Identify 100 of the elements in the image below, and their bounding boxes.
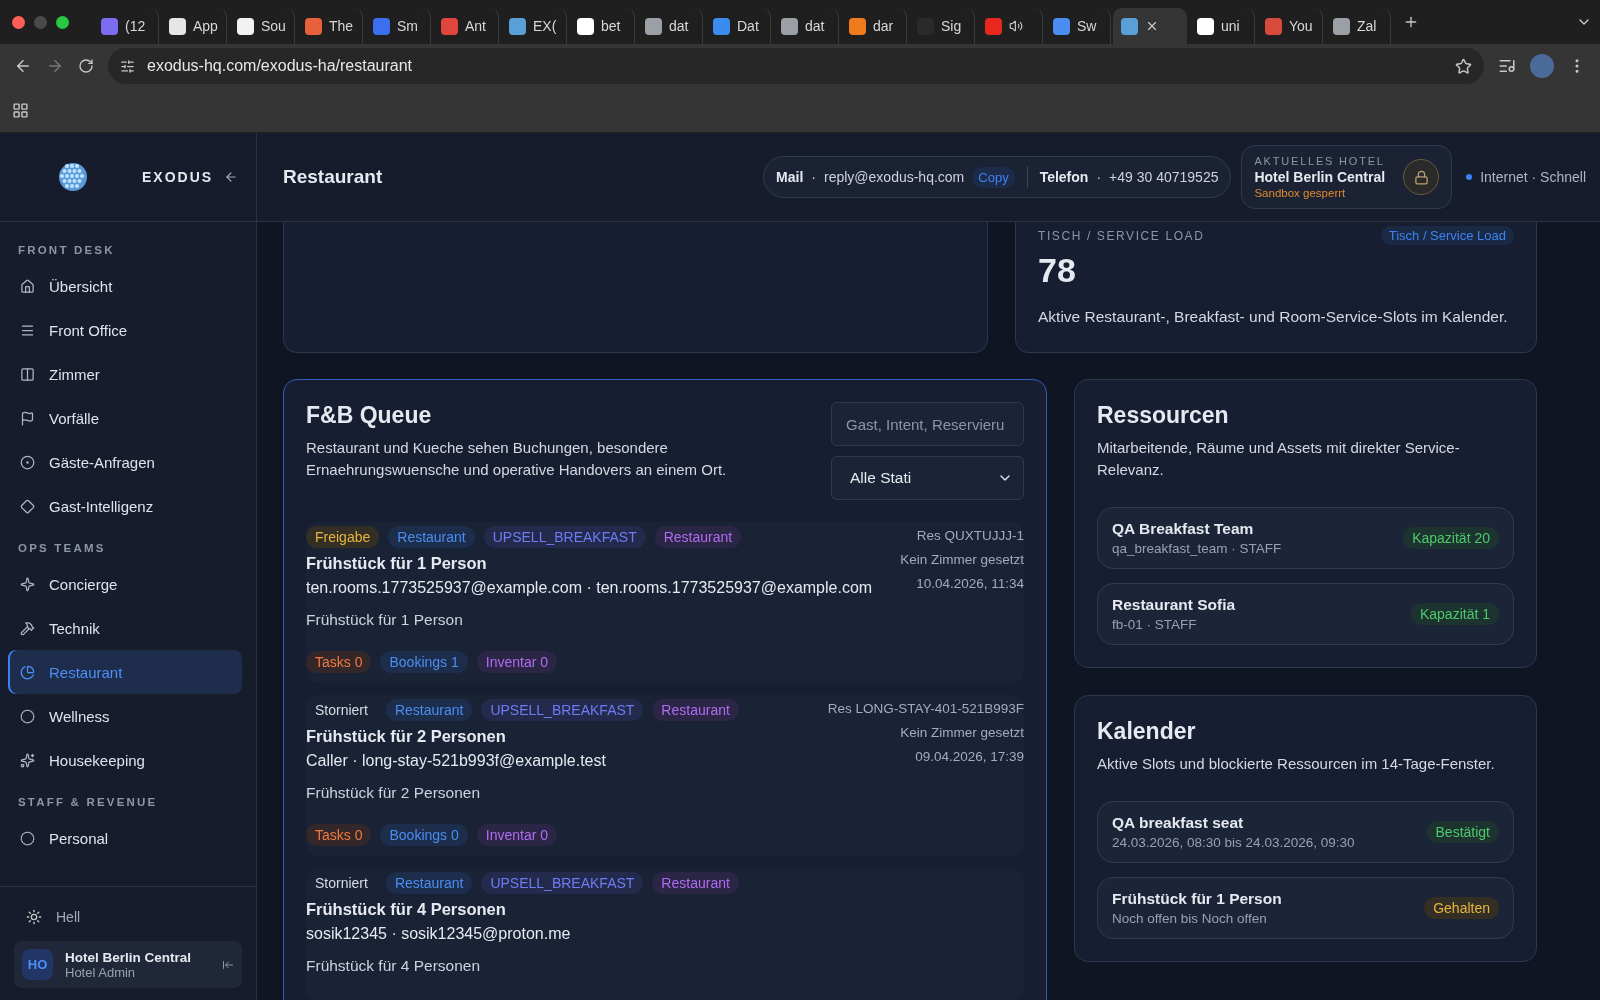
nav-item[interactable]: Housekeeping: [8, 738, 242, 782]
reservation-id: Res QUXTUJJJ-1: [916, 528, 1024, 543]
card-description: Aktive Slots und blockierte Ressourcen im 14-Tage-Fenster.: [1097, 754, 1496, 774]
target-icon: [20, 454, 35, 470]
home-icon: [20, 278, 35, 294]
account-card[interactable]: HO Hotel Berlin Central Hotel Admin: [14, 941, 242, 988]
new-tab-icon[interactable]: [1403, 14, 1419, 30]
nav-item[interactable]: Vorfälle: [8, 396, 242, 440]
browser-tab[interactable]: [1113, 8, 1187, 44]
nav-item[interactable]: Concierge: [8, 562, 242, 606]
diamond-icon: [20, 498, 35, 514]
circle-icon: [20, 708, 35, 724]
hotel-status: Sandbox gesperrt: [1254, 187, 1347, 199]
phone-number: +49 30 40719525: [1109, 169, 1219, 185]
item-note: Frühstück für 2 Personen: [306, 784, 482, 802]
queue-item[interactable]: [306, 522, 1024, 683]
card-title: F&B Queue: [306, 402, 433, 429]
resource-item[interactable]: Restaurant Sofia fb-01 · STAFF Kapazität 1: [1097, 583, 1514, 645]
nav-item[interactable]: Restaurant: [8, 650, 242, 694]
status-badge: Kapazität 20: [1403, 527, 1499, 549]
card-title: Kalender: [1097, 718, 1197, 745]
search-field[interactable]: Gast, Intent, Reservieru: [831, 402, 1024, 446]
item-meta: Noch offen bis Noch offen: [1112, 911, 1268, 926]
item-title: Frühstück für 2 Personen: [306, 727, 507, 746]
list-icon: [20, 322, 35, 338]
tag: Restaurant: [654, 526, 742, 548]
card-badge: Tisch / Service Load: [1380, 226, 1514, 245]
status-select[interactable]: Alle Stati: [831, 456, 1024, 500]
queue-item[interactable]: Storniert Restaurant UPSELL_BREAKFAST Restaurant Frühstück für 4 Personen sosik12345 · sosik12345@proton.me Frühstück für 4 Personen: [306, 868, 1024, 1000]
item-contact: ten.rooms.1773525937@example.com · ten.rooms.1773525937@example.com: [306, 579, 874, 597]
maximize-window-button[interactable]: [56, 15, 69, 29]
hammer-icon: [20, 620, 35, 636]
card-description: Restaurant und Kueche sehen Buchungen, besondere Ernaehrungswuensche und operative Handovers an einem Ort.: [306, 438, 728, 480]
item-name: QA Breakfast Team: [1112, 520, 1255, 538]
tag: UPSELL_BREAKFAST: [481, 872, 644, 894]
brand-name: EXODUS: [142, 169, 215, 185]
nav-item[interactable]: Personal: [8, 816, 242, 860]
item-name: Frühstück für 1 Person: [1112, 890, 1282, 908]
nav-item[interactable]: Gäste-Anfragen: [8, 440, 242, 484]
nav-item[interactable]: Übersicht: [8, 264, 242, 308]
lock-icon: [1413, 169, 1429, 185]
item-contact: sosik12345 · sosik12345@proton.me: [306, 925, 572, 943]
item-title: Frühstück für 1 Person: [306, 554, 488, 573]
resource-item[interactable]: QA Breakfast Team qa_breakfast_team · STAFF Kapazität 20: [1097, 507, 1514, 569]
address-bar[interactable]: exodus-hq.com/exodus-ha/restaurant: [108, 48, 1484, 84]
status-tag: Storniert: [306, 872, 377, 894]
apps-grid-icon[interactable]: [12, 101, 29, 119]
status-badge: Gehalten: [1424, 897, 1499, 919]
item-title: Frühstück für 4 Personen: [306, 900, 507, 919]
forward-icon[interactable]: [46, 57, 64, 75]
card-description: Aktive Restaurant-, Breakfast- und Room-Service-Slots im Kalender.: [1038, 307, 1509, 327]
item-time: 10.04.2026, 11:34: [916, 576, 1024, 591]
status-tag: Storniert: [306, 699, 377, 721]
status-badge: Bestätigt: [1426, 821, 1499, 843]
section-heading: STAFF & REVENUE: [17, 795, 159, 810]
queue-item[interactable]: [306, 695, 1024, 856]
counter-tag: Inventar 0: [476, 824, 557, 846]
tag: Restaurant: [388, 526, 475, 548]
close-icon[interactable]: [1145, 19, 1159, 33]
tag: Restaurant: [652, 699, 739, 721]
item-contact: Caller · long-stay-521b993f@example.test: [306, 752, 607, 770]
hotel-label: AKTUELLES HOTEL: [1254, 155, 1386, 167]
media-icon[interactable]: [1498, 57, 1516, 75]
tag: Restaurant: [385, 872, 473, 894]
sparkle-icon: [20, 576, 35, 592]
back-icon[interactable]: [14, 57, 32, 75]
calendar-slot[interactable]: QA breakfast seat 24.03.2026, 08:30 bis 24.03.2026, 09:30 Bestätigt: [1097, 801, 1514, 863]
section-heading: OPS TEAMS: [17, 541, 107, 556]
item-time: 09.04.2026, 17:39: [915, 749, 1024, 764]
account-role: Hotel Admin: [65, 964, 137, 980]
reservation-id: Res LONG-STAY-401-521B993F: [827, 701, 1024, 716]
nav-item[interactable]: Wellness: [8, 694, 242, 738]
separator-dot: ·: [1096, 169, 1102, 185]
item-note: Frühstück für 4 Personen: [306, 957, 482, 975]
counter-tag: Bookings 1: [380, 651, 468, 673]
circle-icon: [20, 830, 35, 846]
account-name: Hotel Berlin Central: [65, 949, 193, 965]
page-title: Restaurant: [283, 166, 384, 188]
lock-button[interactable]: [1403, 159, 1440, 195]
nav-item[interactable]: Technik: [8, 606, 242, 650]
tag: Restaurant: [652, 872, 739, 894]
close-window-button[interactable]: [12, 15, 25, 29]
nav-item[interactable]: Zimmer: [8, 352, 242, 396]
tag: UPSELL_BREAKFAST: [481, 699, 644, 721]
site-settings-icon: [120, 58, 135, 74]
nav-item[interactable]: Gast-Intelligenz: [8, 484, 242, 528]
card-title: Ressourcen: [1097, 402, 1230, 429]
item-meta: 24.03.2026, 08:30 bis 24.03.2026, 09:30: [1112, 835, 1355, 850]
status-tag: Freigabe: [306, 526, 380, 548]
reload-icon[interactable]: [78, 58, 94, 74]
room-info: Kein Zimmer gesetzt: [900, 725, 1024, 740]
calendar-slot[interactable]: Frühstück für 1 Person Noch offen bis Noch offen Gehalten: [1097, 877, 1514, 939]
nav-item[interactable]: Front Office: [8, 308, 242, 352]
copy-button[interactable]: Copy: [972, 166, 1015, 188]
bookmark-star-icon[interactable]: [1455, 57, 1472, 75]
logout-icon[interactable]: [222, 958, 234, 971]
status-dot: [1466, 174, 1473, 180]
theme-toggle[interactable]: Hell: [14, 901, 242, 933]
mail-label: Mail: [776, 169, 804, 185]
separator-dot: ·: [811, 169, 816, 185]
